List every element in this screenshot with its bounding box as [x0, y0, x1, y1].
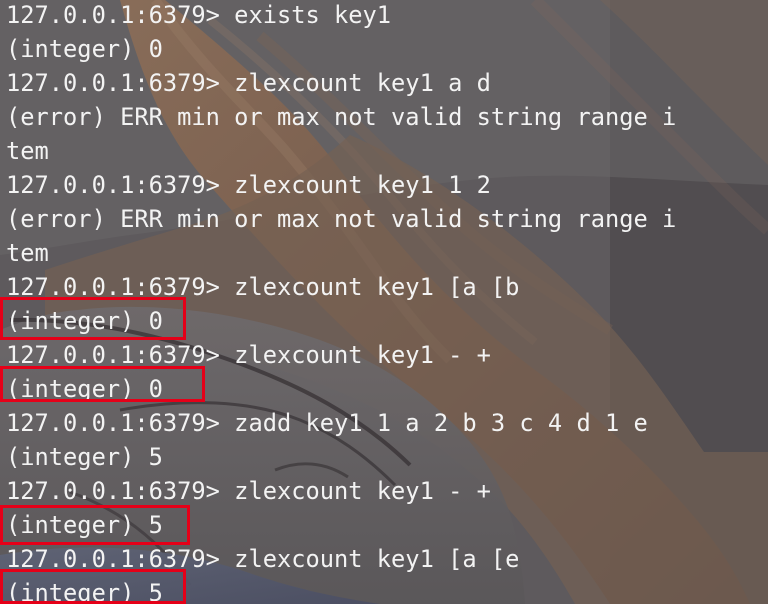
terminal-line: (error) ERR min or max not valid string … — [6, 205, 677, 233]
terminal-line: 127.0.0.1:6379> zlexcount key1 a d — [6, 69, 491, 97]
terminal-window[interactable]: 127.0.0.1:6379> exists key1 (integer) 0 … — [0, 0, 768, 604]
terminal-line: (integer) 0 — [6, 375, 163, 403]
terminal-line: (error) ERR min or max not valid string … — [6, 103, 677, 131]
terminal-line: 127.0.0.1:6379> zlexcount key1 - + — [6, 341, 491, 369]
terminal-line: (integer) 5 — [6, 511, 163, 539]
terminal-line: 127.0.0.1:6379> zadd key1 1 a 2 b 3 c 4 … — [6, 409, 648, 437]
terminal-line: tem — [6, 239, 49, 267]
terminal-line: (integer) 5 — [6, 579, 163, 604]
terminal-line: 127.0.0.1:6379> zlexcount key1 - + — [6, 477, 491, 505]
terminal-line: 127.0.0.1:6379> zlexcount key1 [a [e — [6, 545, 520, 573]
terminal-output: 127.0.0.1:6379> exists key1 (integer) 0 … — [0, 0, 768, 604]
terminal-line: (integer) 0 — [6, 307, 163, 335]
terminal-line: (integer) 0 — [6, 35, 163, 63]
terminal-line: 127.0.0.1:6379> zlexcount key1 [a [b — [6, 273, 520, 301]
terminal-line: 127.0.0.1:6379> zlexcount key1 1 2 — [6, 171, 491, 199]
terminal-line: tem — [6, 137, 49, 165]
terminal-line: (integer) 5 — [6, 443, 163, 471]
terminal-line: 127.0.0.1:6379> exists key1 — [6, 1, 392, 29]
